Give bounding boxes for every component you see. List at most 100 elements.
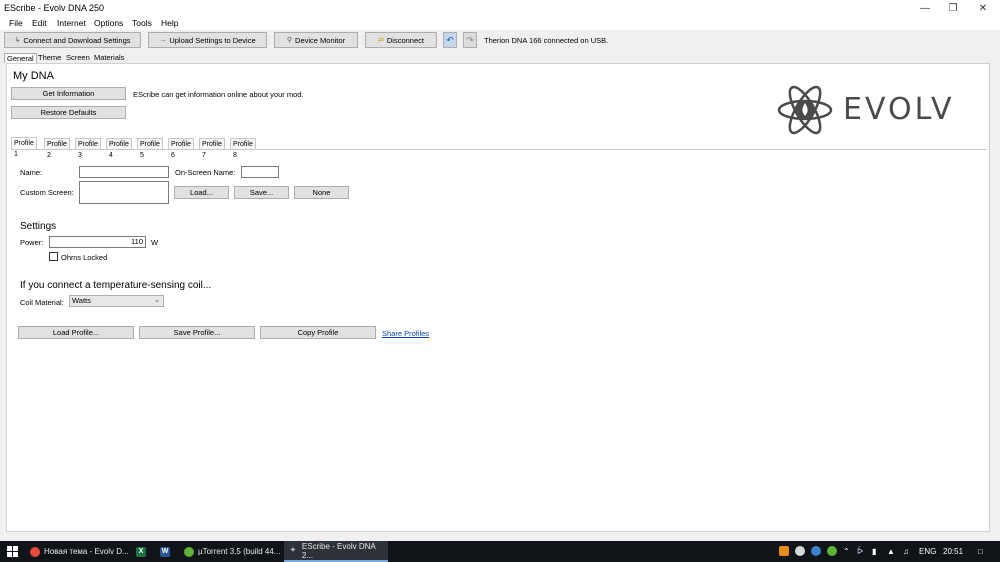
disconnect-button[interactable]: ⇄ Disconnect: [365, 32, 437, 48]
coil-material-value: Watts: [72, 296, 91, 305]
upload-settings-button[interactable]: → Upload Settings to Device: [148, 32, 267, 48]
atom-icon: [777, 85, 833, 135]
connect-download-label: Connect and Download Settings: [23, 35, 131, 45]
undo-icon[interactable]: ↶: [443, 32, 457, 48]
tray-app-icon[interactable]: [811, 546, 821, 556]
custom-screen-label: Custom Screen:: [20, 188, 74, 197]
utorrent-icon: [184, 546, 194, 557]
tab-profile-8[interactable]: Profile 8: [230, 138, 256, 159]
tab-theme[interactable]: Theme: [36, 53, 63, 63]
none-screen-button[interactable]: None: [294, 186, 349, 199]
evolv-logo: EVOLV: [777, 82, 977, 140]
profile-tabs-divider: [11, 149, 987, 150]
connect-icon: ↳: [14, 37, 21, 44]
settings-heading: Settings: [20, 221, 57, 232]
name-label: Name:: [20, 168, 43, 177]
tab-profile-5[interactable]: Profile 5: [137, 138, 163, 159]
menu-options[interactable]: Options: [94, 18, 123, 28]
tab-profile-2[interactable]: Profile 2: [44, 138, 70, 159]
save-profile-button[interactable]: Save Profile...: [139, 326, 255, 339]
info-text: EScribe can get information online about…: [133, 90, 304, 99]
coil-material-select[interactable]: Watts ⌄: [69, 295, 164, 307]
tab-profile-4[interactable]: Profile 4: [106, 138, 132, 159]
tab-profile-1[interactable]: Profile 1: [11, 137, 37, 158]
coil-material-label: Coil Material:: [20, 298, 64, 307]
upload-icon: →: [159, 36, 167, 44]
volume-icon[interactable]: ♫: [903, 541, 909, 562]
menu-help[interactable]: Help: [161, 18, 178, 28]
tab-screen[interactable]: Screen: [64, 53, 92, 63]
share-profiles-link[interactable]: Share Profiles: [382, 329, 429, 338]
excel-icon: X: [136, 546, 146, 557]
power-label: Power:: [20, 238, 44, 247]
minimize-icon[interactable]: —: [910, 0, 940, 16]
connection-status: Therion DNA 166 connected on USB.: [484, 36, 609, 45]
taskbar-item-label: Новая тема - Evolv D...: [44, 547, 129, 556]
load-profile-button[interactable]: Load Profile...: [18, 326, 134, 339]
temp-coil-heading: If you connect a temperature-sensing coi…: [20, 280, 212, 291]
menu-edit[interactable]: Edit: [32, 18, 47, 28]
bluetooth-icon[interactable]: ᐆ: [857, 541, 863, 562]
copy-profile-button[interactable]: Copy Profile: [260, 326, 376, 339]
menu-internet[interactable]: Internet: [57, 18, 86, 28]
upload-settings-label: Upload Settings to Device: [169, 35, 256, 45]
disconnect-icon: ⇄: [378, 37, 384, 44]
tab-materials[interactable]: Materials: [92, 53, 126, 63]
battery-icon[interactable]: ▮: [872, 541, 876, 562]
save-screen-button[interactable]: Save...: [234, 186, 289, 199]
taskbar-item-label: EScribe - Evolv DNA 2...: [301, 541, 376, 560]
name-input[interactable]: [79, 166, 169, 178]
onscreen-name-input[interactable]: [241, 166, 279, 178]
language-indicator[interactable]: ENG: [919, 541, 936, 562]
tab-profile-7[interactable]: Profile 7: [199, 138, 225, 159]
taskbar-item-label: µTorrent 3.5 (build 44...: [198, 547, 281, 556]
toolbar: ↳ Connect and Download Settings → Upload…: [0, 30, 1000, 52]
ohms-locked-label: Ohms Locked: [61, 253, 108, 262]
onscreen-name-label: On-Screen Name:: [175, 168, 236, 177]
tab-general[interactable]: General: [4, 53, 37, 63]
taskbar: Новая тема - Evolv D... X W µTorrent 3.5…: [0, 541, 1000, 562]
connect-download-button[interactable]: ↳ Connect and Download Settings: [4, 32, 141, 48]
taskbar-item-utorrent[interactable]: µTorrent 3.5 (build 44...: [180, 541, 282, 562]
menu-file[interactable]: File: [9, 18, 23, 28]
wifi-icon[interactable]: ▲: [887, 541, 895, 562]
chevron-down-icon: ⌄: [154, 297, 160, 304]
taskbar-item-chrome[interactable]: Новая тема - Evolv D...: [26, 541, 130, 562]
redo-icon[interactable]: ↷: [463, 32, 477, 48]
close-icon[interactable]: ✕: [968, 0, 998, 16]
ohms-locked-checkbox[interactable]: [49, 252, 58, 261]
escribe-icon: ✦: [290, 546, 296, 554]
tab-profile-3[interactable]: Profile 3: [75, 138, 101, 159]
chrome-icon: [30, 546, 40, 557]
taskbar-item-excel[interactable]: X: [132, 541, 154, 562]
tray-app-icon[interactable]: [795, 546, 805, 556]
load-screen-button[interactable]: Load...: [174, 186, 229, 199]
menu-bar: File Edit Internet Options Tools Help: [0, 16, 1000, 30]
restore-icon[interactable]: ❐: [938, 0, 968, 16]
taskbar-item-escribe[interactable]: ✦ EScribe - Evolv DNA 2...: [284, 541, 388, 562]
custom-screen-preview[interactable]: [79, 181, 169, 204]
mydna-heading: My DNA: [13, 70, 54, 82]
clock[interactable]: 20:51: [943, 541, 963, 562]
logo-text: EVOLV: [843, 92, 955, 127]
power-unit: W: [151, 238, 159, 247]
title-bar: EScribe - Evolv DNA 250 — ❐ ✕: [0, 0, 1000, 16]
chevron-up-icon[interactable]: ⌃: [843, 541, 850, 562]
magnifier-icon: ⚲: [286, 37, 293, 44]
word-icon: W: [160, 546, 170, 557]
menu-tools[interactable]: Tools: [132, 18, 152, 28]
tray-app-icon[interactable]: [779, 546, 789, 556]
windows-start-icon[interactable]: [0, 541, 24, 562]
restore-defaults-button[interactable]: Restore Defaults: [11, 106, 126, 119]
tray-utorrent-icon[interactable]: [827, 546, 837, 556]
power-input[interactable]: 110: [49, 236, 146, 248]
get-information-button[interactable]: Get Information: [11, 87, 126, 100]
window-title: EScribe - Evolv DNA 250: [4, 3, 105, 13]
device-monitor-label: Device Monitor: [295, 35, 346, 45]
device-monitor-button[interactable]: ⚲ Device Monitor: [274, 32, 358, 48]
notifications-icon[interactable]: □: [978, 541, 983, 562]
general-panel: My DNA Get Information Restore Defaults …: [6, 63, 990, 532]
disconnect-label: Disconnect: [386, 35, 424, 45]
tab-profile-6[interactable]: Profile 6: [168, 138, 194, 159]
taskbar-item-word[interactable]: W: [156, 541, 178, 562]
